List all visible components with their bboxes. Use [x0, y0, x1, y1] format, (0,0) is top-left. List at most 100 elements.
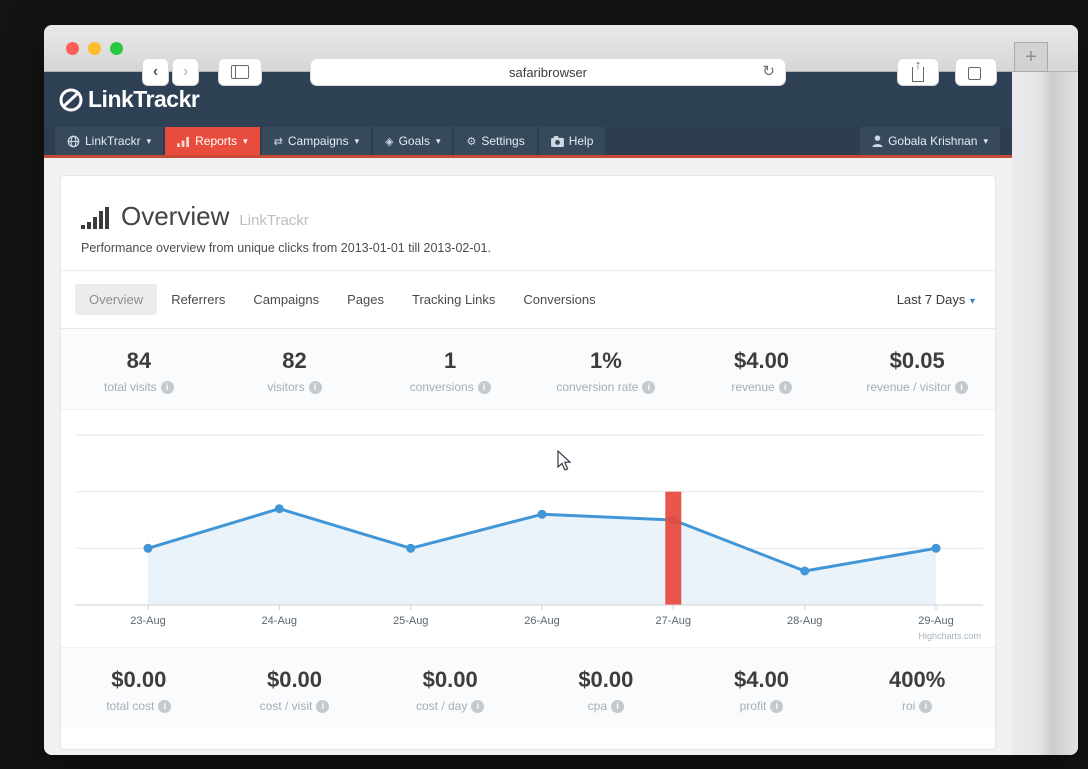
stat-value: $4.00: [733, 348, 790, 373]
caret-down-icon: ▾: [435, 135, 441, 146]
stat-value: $0.00: [422, 667, 478, 692]
info-icon[interactable]: i: [471, 699, 485, 713]
nav-item-goals[interactable]: ◈ Goals ▾: [373, 127, 453, 155]
svg-text:23-Aug: 23-Aug: [130, 615, 165, 627]
stat-value: 82: [282, 348, 307, 373]
info-icon[interactable]: i: [778, 380, 792, 394]
zoom-window-button[interactable]: [110, 42, 123, 55]
info-icon[interactable]: i: [316, 699, 330, 713]
stat-value: $0.05: [889, 348, 945, 373]
stat-value: $4.00: [733, 667, 790, 692]
forward-button[interactable]: ›: [172, 58, 199, 86]
user-icon: [872, 135, 883, 147]
info-icon[interactable]: i: [160, 380, 174, 394]
nav-item-campaigns[interactable]: ⇄ Campaigns ▾: [261, 127, 372, 155]
info-icon[interactable]: i: [308, 380, 322, 394]
nav-item-label: Help: [568, 134, 594, 148]
svg-text:26-Aug: 26-Aug: [524, 615, 559, 627]
nav-item-label: Campaigns: [287, 134, 349, 148]
nav-item-linktrackr[interactable]: LinkTrackr ▾: [55, 127, 164, 155]
stat-label-text: total visits: [103, 380, 157, 394]
nav-item-reports[interactable]: Reports ▾: [165, 127, 260, 155]
browser-window: ‹ › safaribrowser ↻ +: [44, 25, 1078, 755]
page-title: Overview: [121, 201, 230, 231]
show-tabs-button[interactable]: [955, 58, 997, 86]
nav-item-label: LinkTrackr: [85, 134, 141, 148]
chart-canvas: 23-Aug 24-Aug 25-Aug 26-Aug 27-Aug 28-Aug 29-A…: [75, 434, 983, 627]
share-icon: [912, 66, 924, 82]
info-icon[interactable]: i: [919, 699, 933, 713]
stat-label-text: cost / day: [416, 699, 468, 713]
nav-item-label: Goals: [398, 134, 430, 148]
stat-total-cost: $0.00 total cost i: [61, 667, 217, 713]
bar-chart-title-icon: [81, 207, 111, 234]
tab-pages[interactable]: Pages: [333, 284, 398, 315]
camera-icon: [550, 135, 564, 147]
tab-referrers[interactable]: Referrers: [157, 284, 239, 315]
user-menu-label: Gobala Krishnan: [888, 134, 978, 148]
caret-down-icon: ▾: [354, 135, 360, 146]
tab-campaigns[interactable]: Campaigns: [239, 284, 333, 315]
new-tab-button[interactable]: +: [1014, 42, 1048, 72]
back-icon: ‹: [152, 63, 159, 80]
tab-overview[interactable]: Overview: [75, 284, 158, 315]
share-button[interactable]: [897, 58, 939, 86]
stat-label-text: profit: [739, 699, 767, 713]
bar-chart-icon: [177, 136, 190, 147]
stat-label-text: roi: [902, 699, 916, 713]
date-range-label: Last 7 Days: [896, 292, 966, 307]
info-icon[interactable]: i: [642, 380, 656, 394]
info-icon[interactable]: i: [770, 699, 784, 713]
info-icon[interactable]: i: [158, 699, 172, 713]
nav-item-help[interactable]: Help: [538, 127, 606, 155]
info-icon[interactable]: i: [955, 380, 969, 394]
nav-item-settings[interactable]: ⚙ Settings: [454, 127, 537, 155]
minimize-window-button[interactable]: [88, 42, 101, 55]
browser-titlebar: ‹ › safaribrowser ↻ +: [44, 25, 1078, 86]
main-nav: LinkTrackr ▾ Reports ▾ ⇄ Campaigns ▾ ◈ Goals ▾ ⚙ Se…: [44, 127, 1012, 158]
address-bar[interactable]: safaribrowser ↻: [310, 58, 786, 86]
stat-cost-visit: $0.00 cost / visit i: [217, 667, 373, 713]
stats-row-bottom: $0.00 total cost i $0.00 cost / visit i $0.00 c…: [61, 647, 995, 728]
stat-conversions: 1 conversions i: [372, 348, 528, 394]
stat-conversion-rate: 1% conversion rate i: [528, 348, 684, 394]
svg-text:24-Aug: 24-Aug: [262, 615, 297, 627]
sidebar-icon: [231, 65, 249, 79]
user-menu[interactable]: Gobala Krishnan ▾: [860, 127, 1000, 155]
page-background: Overview LinkTrackr Performance overview…: [44, 158, 1012, 755]
nav-item-label: Reports: [195, 134, 238, 148]
highcharts-credit[interactable]: Highcharts.com: [918, 631, 981, 641]
caret-down-icon: ▾: [983, 135, 988, 146]
page-subtitle: Performance overview from unique clicks …: [81, 241, 491, 255]
stat-value: $0.00: [266, 667, 323, 692]
tab-conversions[interactable]: Conversions: [509, 284, 609, 315]
back-button[interactable]: ‹: [142, 58, 169, 86]
svg-text:29-Aug: 29-Aug: [918, 615, 953, 627]
stat-label-text: visitors: [267, 380, 305, 394]
stat-roi: 400% roi i: [839, 667, 995, 713]
svg-text:25-Aug: 25-Aug: [393, 615, 428, 627]
tabs-overview-icon: [967, 62, 987, 80]
stat-value: 1: [444, 348, 457, 373]
performance-chart[interactable]: 23-Aug 24-Aug 25-Aug 26-Aug 27-Aug 28-Aug 29-A…: [61, 410, 995, 647]
svg-text:27-Aug: 27-Aug: [656, 615, 691, 627]
sidebar-toggle-button[interactable]: [218, 58, 262, 86]
date-range-dropdown[interactable]: Last 7 Days ▾: [897, 292, 981, 307]
linktrackr-logo[interactable]: LinkTrackr: [58, 86, 200, 113]
report-tabs: Overview Referrers Campaigns Pages Tracking …: [61, 271, 995, 329]
shuffle-icon: ⇄: [273, 135, 283, 148]
refresh-icon[interactable]: ↻: [762, 62, 775, 80]
stat-label-text: cost / visit: [259, 699, 313, 713]
tab-tracking-links[interactable]: Tracking Links: [398, 284, 509, 315]
info-icon[interactable]: i: [477, 380, 491, 394]
close-window-button[interactable]: [66, 42, 79, 55]
globe-icon: [67, 135, 80, 148]
stat-revenue: $4.00 revenue i: [684, 348, 840, 394]
info-icon[interactable]: i: [611, 699, 625, 713]
stat-value: 400%: [889, 667, 946, 692]
linktrackr-logo-icon: [58, 87, 84, 113]
stat-label-text: total cost: [106, 699, 155, 713]
logo-text: LinkTrackr: [88, 86, 200, 112]
window-edge-strip: [1012, 72, 1078, 755]
